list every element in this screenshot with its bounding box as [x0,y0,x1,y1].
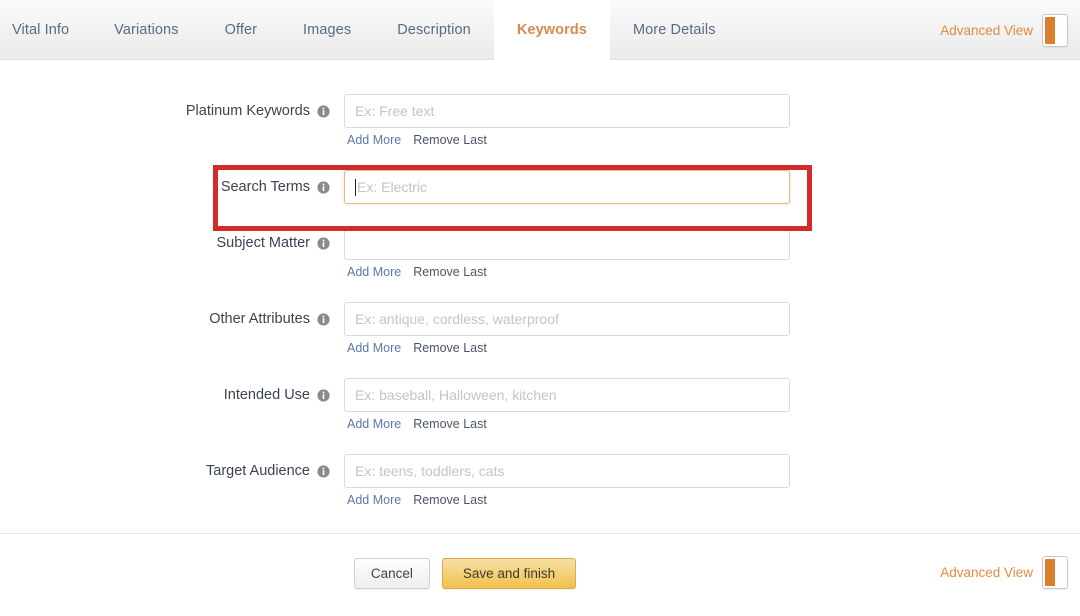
add-more-link-target-audience[interactable]: Add More [347,493,401,507]
input-intended-use[interactable]: Ex: baseball, Halloween, kitchen [344,378,790,412]
field-label-other-attributes: Other Attributes [209,311,310,327]
tab-images[interactable]: Images [280,0,374,60]
field-links-target-audience: Add More Remove Last [344,493,790,507]
advanced-view-toggle-top[interactable]: Advanced View [940,0,1068,60]
field-row-other-attributes: Other Attributes Ex: antique, cordless, w… [0,302,1080,355]
advanced-view-label-bottom: Advanced View [940,565,1033,580]
field-label-intended-use: Intended Use [223,387,310,403]
remove-last-link-platinum-keywords[interactable]: Remove Last [413,133,487,147]
add-more-link-other-attributes[interactable]: Add More [347,341,401,355]
field-col-target-audience: Ex: teens, toddlers, cats Add More Remove … [330,454,790,507]
add-more-link-platinum-keywords[interactable]: Add More [347,133,401,147]
label-col-other-attributes: Other Attributes [0,302,330,336]
field-row-target-audience: Target Audience Ex: teens, toddlers, cats… [0,454,1080,507]
add-more-link-intended-use[interactable]: Add More [347,417,401,431]
input-placeholder-platinum-keywords: Ex: Free text [355,103,435,119]
tab-bar: Vital Info Variations Offer Images Descripti… [0,0,1080,60]
label-col-target-audience: Target Audience [0,454,330,488]
tab-more-details[interactable]: More Details [610,0,739,60]
keywords-page: Vital Info Variations Offer Images Descripti… [0,0,1080,616]
tab-keywords[interactable]: Keywords [493,0,610,60]
advanced-view-toggle-bottom[interactable]: Advanced View [940,556,1068,589]
field-row-intended-use: Intended Use Ex: baseball, Halloween, kit… [0,378,1080,431]
input-placeholder-other-attributes: Ex: antique, cordless, waterproof [355,311,559,327]
field-col-intended-use: Ex: baseball, Halloween, kitchen Add More… [330,378,790,431]
input-search-terms[interactable]: Ex: Electric [344,170,790,204]
info-icon[interactable] [317,104,330,118]
toggle-on-half [1045,559,1055,586]
text-caret [355,178,356,196]
field-label-search-terms: Search Terms [220,179,310,195]
field-links-other-attributes: Add More Remove Last [344,341,790,355]
cancel-button[interactable]: Cancel [353,558,430,589]
field-label-target-audience: Target Audience [206,463,310,479]
field-row-platinum-keywords: Platinum Keywords Ex: Free text Add More Re… [0,94,1080,147]
remove-last-link-intended-use[interactable]: Remove Last [413,417,487,431]
tab-list: Vital Info Variations Offer Images Descripti… [0,0,739,60]
tab-variations[interactable]: Variations [91,0,201,60]
field-row-subject-matter: Subject Matter Add More Remove Last [0,226,1080,279]
label-col-intended-use: Intended Use [0,378,330,412]
tab-vital-info[interactable]: Vital Info [0,0,91,60]
advanced-view-switch-bottom[interactable] [1042,556,1068,589]
field-links-platinum-keywords: Add More Remove Last [344,133,790,147]
info-icon[interactable] [317,464,330,478]
toggle-off-half [1055,16,1065,44]
tab-description[interactable]: Description [374,0,494,60]
field-row-search-terms: Search Terms Ex: Electric [0,170,1080,204]
label-col-subject-matter: Subject Matter [0,226,330,260]
remove-last-link-target-audience[interactable]: Remove Last [413,493,487,507]
info-icon[interactable] [317,312,330,326]
tab-offer[interactable]: Offer [202,0,280,60]
input-subject-matter[interactable] [344,226,790,260]
label-col-search-terms: Search Terms [0,170,330,204]
input-platinum-keywords[interactable]: Ex: Free text [344,94,790,128]
footer: Cancel Save and finish Advanced View [0,534,1080,616]
field-label-subject-matter: Subject Matter [216,235,311,251]
toggle-on-half [1045,16,1055,44]
advanced-view-label-top: Advanced View [940,22,1033,38]
field-links-subject-matter: Add More Remove Last [344,265,790,279]
input-placeholder-intended-use: Ex: baseball, Halloween, kitchen [355,387,557,403]
label-col-platinum-keywords: Platinum Keywords [0,94,330,128]
field-col-subject-matter: Add More Remove Last [330,226,790,279]
advanced-view-switch-top[interactable] [1042,13,1068,47]
field-label-platinum-keywords: Platinum Keywords [185,103,310,119]
field-col-platinum-keywords: Ex: Free text Add More Remove Last [330,94,790,147]
info-icon[interactable] [317,180,330,194]
field-col-search-terms: Ex: Electric [330,170,790,204]
input-target-audience[interactable]: Ex: teens, toddlers, cats [344,454,790,488]
save-and-finish-button[interactable]: Save and finish [441,558,577,589]
info-icon[interactable] [317,236,330,250]
input-placeholder-search-terms: Ex: Electric [357,179,428,195]
footer-buttons: Cancel Save and finish [0,558,930,589]
info-icon[interactable] [317,388,330,402]
add-more-link-subject-matter[interactable]: Add More [347,265,401,279]
remove-last-link-subject-matter[interactable]: Remove Last [413,265,487,279]
input-placeholder-target-audience: Ex: teens, toddlers, cats [355,463,505,479]
remove-last-link-other-attributes[interactable]: Remove Last [413,341,487,355]
field-col-other-attributes: Ex: antique, cordless, waterproof Add Mor… [330,302,790,355]
field-links-intended-use: Add More Remove Last [344,417,790,431]
input-other-attributes[interactable]: Ex: antique, cordless, waterproof [344,302,790,336]
toggle-off-half [1055,559,1065,586]
